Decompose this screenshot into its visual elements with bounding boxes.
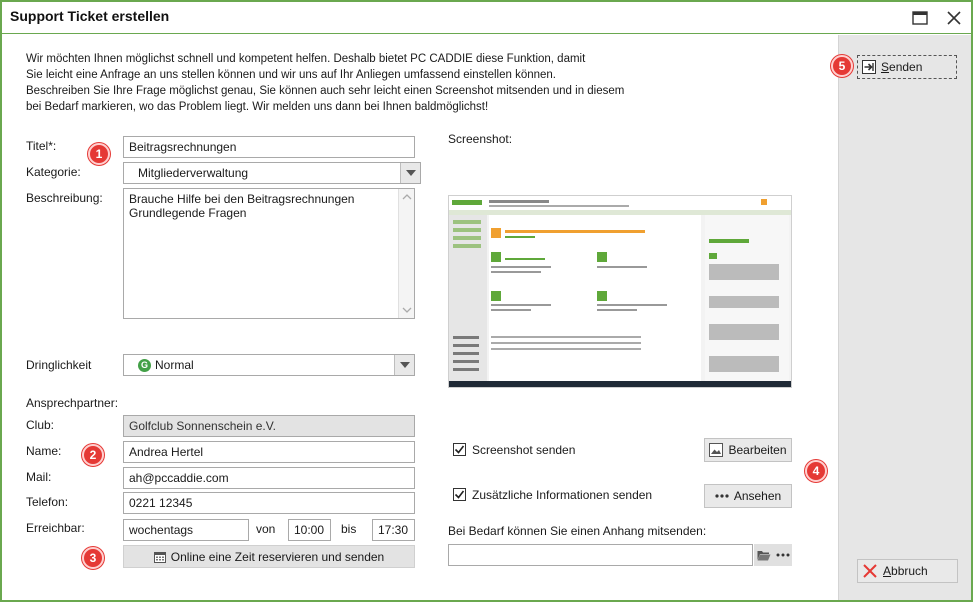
image-icon <box>709 443 724 457</box>
category-label: Kategorie: <box>26 165 81 179</box>
action-pane <box>838 35 971 600</box>
chevron-down-icon <box>399 362 410 368</box>
maximize-icon <box>912 11 928 25</box>
contact-label: Ansprechpartner: <box>26 396 119 410</box>
intro-line: Beschreiben Sie Ihre Frage möglichst gen… <box>26 85 625 97</box>
screenshot-send-checkbox[interactable] <box>453 443 466 456</box>
category-value: Mitgliederverwaltung <box>138 166 249 180</box>
description-line: Grundlegende Fragen <box>129 206 247 220</box>
browse-folder-button[interactable] <box>754 544 774 566</box>
calendar-icon <box>153 551 166 563</box>
badge-3: 3 <box>82 547 104 569</box>
club-field: Golfclub Sonnenschein e.V. <box>123 415 415 437</box>
badge-4: 4 <box>805 460 827 482</box>
send-label: Senden <box>881 60 923 74</box>
cancel-label: Abbruch <box>883 564 928 578</box>
edit-screenshot-button[interactable]: Bearbeiten <box>704 438 792 462</box>
urgency-label: Dringlichkeit <box>26 358 92 372</box>
reachable-input[interactable]: wochentags <box>123 519 249 541</box>
category-dropdown-arrow[interactable] <box>400 163 420 183</box>
badge-5: 5 <box>831 55 853 77</box>
extra-info-checkbox[interactable] <box>453 488 466 501</box>
support-ticket-window: Support Ticket erstellen Wir möchten Ihn… <box>0 0 973 602</box>
attachment-more-button[interactable] <box>774 544 792 566</box>
name-input[interactable]: Andrea Hertel <box>123 441 415 463</box>
scroll-down-icon <box>402 307 412 313</box>
send-button[interactable]: Senden <box>857 55 957 79</box>
intro-line: Sie leicht eine Anfrage an uns stellen k… <box>26 69 556 81</box>
more-dots-icon <box>776 553 790 557</box>
send-arrow-icon <box>862 60 876 74</box>
edit-screenshot-label: Bearbeiten <box>728 443 787 457</box>
to-label: bis <box>341 522 357 536</box>
mail-input[interactable]: ah@pccaddie.com <box>123 467 415 489</box>
category-select[interactable]: Mitgliederverwaltung <box>123 162 421 184</box>
reserve-time-button[interactable]: Online eine Zeit reservieren und senden <box>123 545 415 568</box>
screenshot-send-label: Screenshot senden <box>472 443 576 457</box>
maximize-button[interactable] <box>906 6 934 30</box>
title-label: Titel*: <box>26 139 57 153</box>
scroll-up-icon <box>402 194 412 200</box>
screenshot-thumbnail-image <box>449 196 791 387</box>
view-info-label: Ansehen <box>733 489 782 503</box>
cancel-x-icon <box>863 564 877 578</box>
extra-info-label: Zusätzliche Informationen senden <box>472 488 653 502</box>
folder-open-icon <box>757 551 771 561</box>
urgency-select[interactable]: G Normal <box>123 354 415 376</box>
badge-1: 1 <box>88 143 110 165</box>
urgency-value: Normal <box>155 358 194 372</box>
title-bar: Support Ticket erstellen <box>2 2 971 34</box>
window-title: Support Ticket erstellen <box>10 8 170 24</box>
checkmark-icon <box>454 490 465 499</box>
screenshot-label: Screenshot: <box>448 132 513 146</box>
club-label: Club: <box>26 418 55 432</box>
chevron-down-icon <box>405 170 416 176</box>
cancel-button[interactable]: Abbruch <box>857 559 958 583</box>
attachment-label: Bei Bedarf können Sie einen Anhang mitse… <box>448 524 707 538</box>
close-icon <box>947 11 961 25</box>
title-input[interactable]: Beitragsrechnungen <box>123 136 415 158</box>
phone-label: Telefon: <box>26 495 69 509</box>
attachment-input[interactable] <box>448 544 753 566</box>
intro-line: Wir möchten Ihnen möglichst schnell und … <box>26 53 586 65</box>
close-button[interactable] <box>940 6 968 30</box>
intro-text: Wir möchten Ihnen möglichst schnell und … <box>26 51 636 115</box>
description-scrollbar[interactable] <box>398 189 414 318</box>
reserve-time-label: Online eine Zeit reservieren und senden <box>170 549 385 564</box>
reachable-label: Erreichbar: <box>26 521 85 535</box>
screenshot-preview[interactable] <box>448 195 792 388</box>
from-label: von <box>256 522 276 536</box>
checkmark-icon <box>454 445 465 454</box>
more-dots-icon <box>715 494 729 498</box>
from-time-input[interactable]: 10:00 <box>288 519 331 541</box>
to-time-input[interactable]: 17:30 <box>372 519 415 541</box>
description-label: Beschreibung: <box>26 191 103 205</box>
mail-label: Mail: <box>26 470 52 484</box>
badge-2: 2 <box>82 444 104 466</box>
urgency-badge-icon: G <box>138 358 151 372</box>
name-label: Name: <box>26 444 62 458</box>
urgency-dropdown-arrow[interactable] <box>394 355 414 375</box>
phone-input[interactable]: 0221 12345 <box>123 492 415 514</box>
intro-line: bei Bedarf markieren, wo das Problem lie… <box>26 101 489 113</box>
description-line: Brauche Hilfe bei den Beitragsrechnungen <box>129 192 355 206</box>
description-textarea[interactable]: Brauche Hilfe bei den Beitragsrechnungen… <box>123 188 415 319</box>
view-info-button[interactable]: Ansehen <box>704 484 792 508</box>
